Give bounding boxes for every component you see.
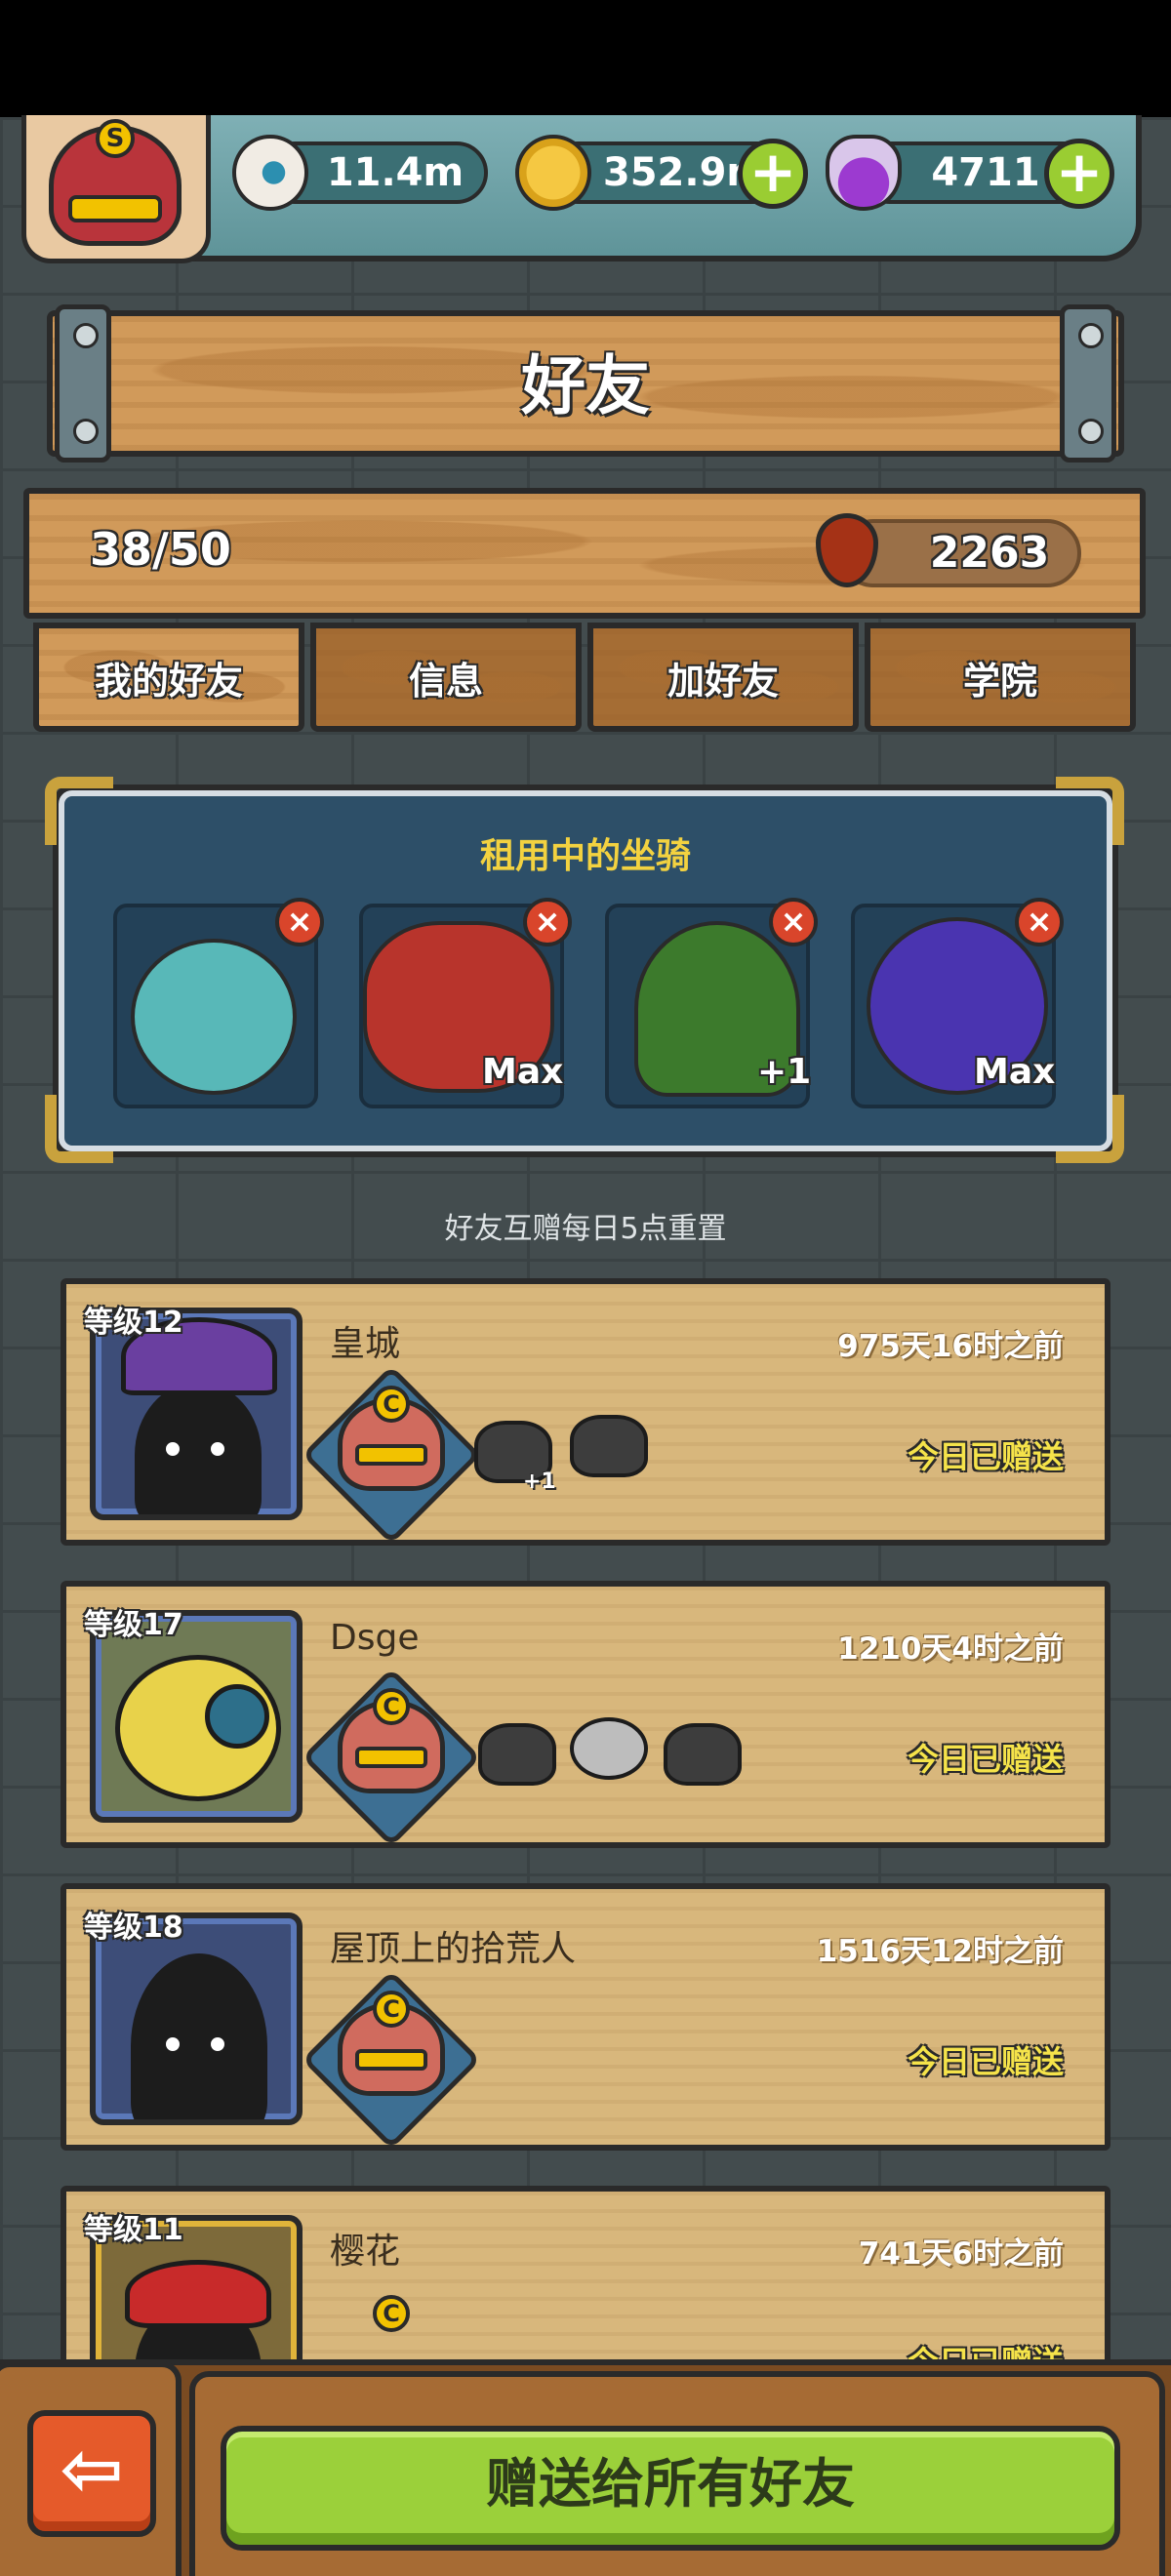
panel-corner bbox=[1056, 1095, 1124, 1163]
friend-level: 等级18 bbox=[84, 1911, 183, 1945]
friend-mount-tag: +1 bbox=[523, 1469, 556, 1494]
friend-last-seen: 741天6时之前 bbox=[858, 2236, 1064, 2272]
friend-level: 等级12 bbox=[84, 1306, 183, 1340]
tab-academy[interactable]: 学院 bbox=[865, 623, 1136, 732]
tab-my-friends-label: 我的好友 bbox=[94, 659, 243, 703]
blood-value: 2263 bbox=[929, 528, 1050, 578]
friend-eye bbox=[205, 1684, 269, 1749]
tab-messages[interactable]: 信息 bbox=[310, 623, 582, 732]
back-button[interactable]: ⇦ bbox=[27, 2410, 156, 2537]
gift-all-friends-button[interactable]: 赠送给所有好友 bbox=[221, 2426, 1120, 2551]
tab-my-friends[interactable]: 我的好友 bbox=[33, 623, 304, 732]
remove-mount-2-button[interactable]: × bbox=[523, 898, 572, 946]
santa-hat bbox=[125, 2260, 271, 2328]
friend-avatar-teeth bbox=[355, 1747, 427, 1768]
gift-all-friends-label: 赠送给所有好友 bbox=[486, 2453, 855, 2515]
gift-status: 今日已赠送 bbox=[907, 2043, 1064, 2080]
player-rank-letter: S bbox=[96, 119, 135, 158]
mount-2-tag: Max bbox=[482, 1052, 564, 1092]
status-bar bbox=[0, 0, 1171, 121]
add-potion-button[interactable]: + bbox=[1044, 139, 1114, 209]
friend-eye bbox=[162, 1438, 183, 1460]
gift-status: 今日已赠送 bbox=[907, 1741, 1064, 1778]
tab-messages-label: 信息 bbox=[408, 659, 483, 703]
friend-avatar-teeth bbox=[355, 2049, 427, 2071]
friend-eye bbox=[207, 2033, 228, 2055]
panel-corner bbox=[45, 1095, 113, 1163]
player-avatar-teeth bbox=[68, 195, 162, 222]
friend-mount-icon bbox=[664, 1723, 742, 1786]
remove-mount-1-button[interactable]: × bbox=[275, 898, 324, 946]
friend-character bbox=[135, 1382, 262, 1514]
gift-reset-note: 好友互赠每日5点重置 bbox=[444, 1212, 727, 1246]
remove-mount-3-button[interactable]: × bbox=[769, 898, 818, 946]
friend-mount-icon bbox=[478, 1723, 556, 1786]
add-coins-button[interactable]: + bbox=[738, 139, 808, 209]
friend-mount-icon bbox=[570, 1717, 648, 1780]
friend-eye bbox=[207, 1438, 228, 1460]
friends-count: 38/50 bbox=[90, 523, 231, 576]
friend-eye bbox=[162, 2033, 183, 2055]
friend-name: 樱花 bbox=[330, 2232, 401, 2272]
purple-potion-icon bbox=[826, 135, 902, 211]
friend-character bbox=[131, 1953, 267, 2119]
eyes-value: 11.4m bbox=[326, 150, 464, 195]
gold-coin-icon bbox=[515, 135, 591, 211]
friend-rank-letter: C bbox=[373, 1386, 410, 1423]
friend-name: Dsge bbox=[330, 1618, 420, 1658]
friend-rank-letter: C bbox=[373, 2295, 410, 2332]
friend-rank-letter: C bbox=[373, 1688, 410, 1725]
friend-last-seen: 975天16时之前 bbox=[837, 1329, 1064, 1364]
mount-3-tag: +1 bbox=[757, 1052, 812, 1092]
rented-mounts-title: 租用中的坐骑 bbox=[479, 836, 691, 876]
friend-last-seen: 1516天12时之前 bbox=[816, 1934, 1064, 1969]
tab-add-friend[interactable]: 加好友 bbox=[587, 623, 859, 732]
friend-name: 皇城 bbox=[330, 1324, 401, 1364]
remove-mount-4-button[interactable]: × bbox=[1015, 898, 1064, 946]
friend-level: 等级17 bbox=[84, 1608, 183, 1642]
gift-status: 今日已赠送 bbox=[907, 1438, 1064, 1475]
friend-rank-letter: C bbox=[373, 1991, 410, 2028]
friend-last-seen: 1210天4时之前 bbox=[837, 1631, 1064, 1667]
friend-name: 屋顶上的拾荒人 bbox=[330, 1929, 577, 1969]
friend-mount-icon bbox=[570, 1415, 648, 1477]
friend-level: 等级11 bbox=[84, 2213, 183, 2247]
blue-bomb-monster-icon bbox=[131, 939, 297, 1095]
mount-4-tag: Max bbox=[974, 1052, 1056, 1092]
eyeball-icon bbox=[232, 135, 308, 211]
potion-value: 4711 bbox=[931, 150, 1040, 195]
back-arrow-icon: ⇦ bbox=[60, 2426, 124, 2514]
page-title: 好友 bbox=[521, 348, 650, 423]
tab-academy-label: 学院 bbox=[962, 659, 1037, 703]
friend-avatar-teeth bbox=[355, 1444, 427, 1466]
tab-add-friend-label: 加好友 bbox=[666, 659, 779, 703]
